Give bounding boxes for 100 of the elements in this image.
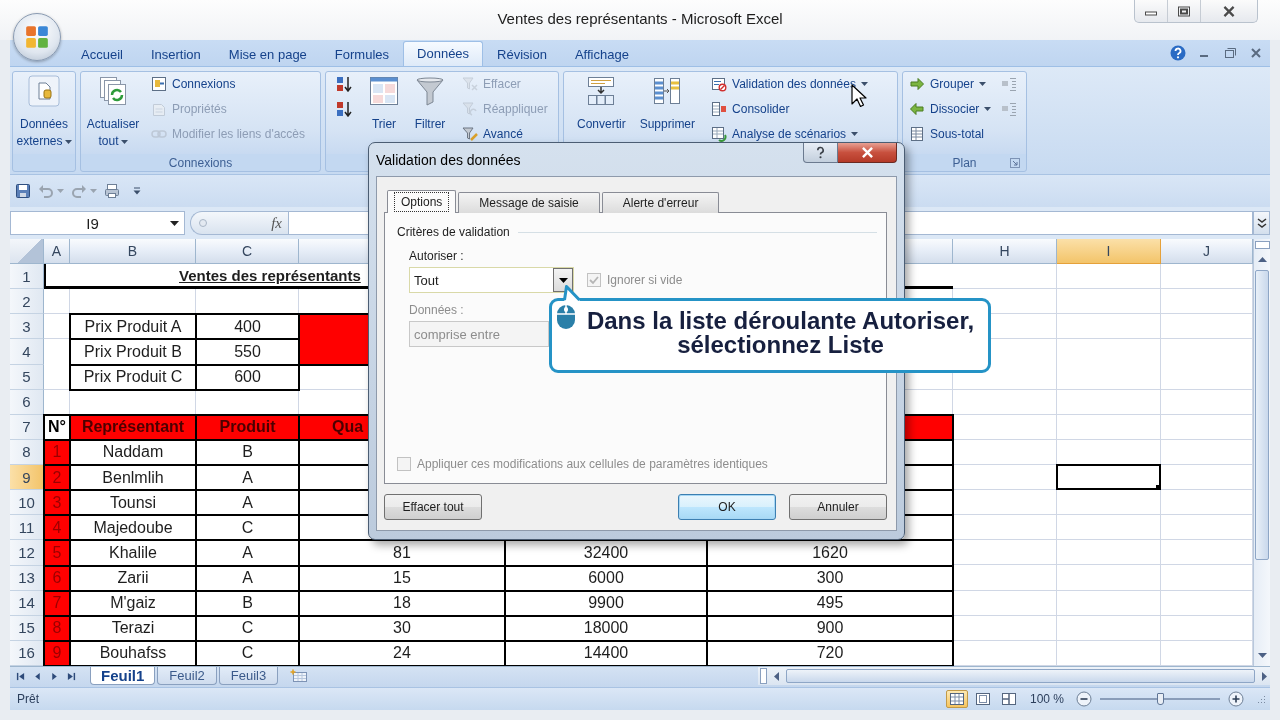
ribbon-tab[interactable]: Affichage xyxy=(560,42,643,66)
row-header[interactable]: 3 xyxy=(10,314,44,340)
ribbon-tab[interactable]: Formules xyxy=(320,42,404,66)
dropdown-button[interactable] xyxy=(553,268,573,292)
sheet-tab[interactable]: Feuil1 xyxy=(90,667,156,685)
zoom-out-icon[interactable] xyxy=(1076,691,1092,707)
name-box[interactable]: I9 xyxy=(10,211,185,235)
ribbon-button[interactable]: Dissocier xyxy=(906,101,995,117)
checkbox-label: Ignorer si vide xyxy=(607,273,683,287)
dialog-tab[interactable]: Options xyxy=(387,190,457,213)
close-icon xyxy=(860,147,874,158)
column-header[interactable]: J xyxy=(1161,239,1253,264)
arrow-left-icon[interactable] xyxy=(774,671,779,681)
ribbon-tab[interactable]: Données xyxy=(403,41,484,66)
restore-icon[interactable] xyxy=(1222,45,1238,61)
zoom-in-icon[interactable] xyxy=(1228,691,1244,707)
row-header[interactable]: 4 xyxy=(10,339,44,365)
arrow-up-icon[interactable] xyxy=(1257,257,1267,262)
table-cell: A xyxy=(196,465,299,491)
ribbon-tab[interactable]: Révision xyxy=(483,42,561,66)
customize-menu-icon[interactable] xyxy=(133,187,141,195)
skip-left-icon[interactable] xyxy=(16,672,25,681)
row-header[interactable]: 1 xyxy=(10,264,44,290)
triangle-left-icon[interactable] xyxy=(33,672,42,681)
ribbon-button[interactable]: Grouper xyxy=(906,76,995,92)
slider-thumb[interactable] xyxy=(1156,693,1164,705)
row-header[interactable]: 8 xyxy=(10,439,44,465)
arrow-right-icon[interactable] xyxy=(1262,671,1267,681)
ribbon-button[interactable]: Supprimer xyxy=(638,74,697,133)
triangle-right-icon[interactable] xyxy=(50,672,59,681)
ribbon-button[interactable]: Connexions xyxy=(148,76,308,92)
row-header[interactable]: 7 xyxy=(10,414,44,440)
row-header[interactable]: 11 xyxy=(10,515,44,541)
row-header[interactable]: 2 xyxy=(10,289,44,315)
row-header[interactable]: 12 xyxy=(10,540,44,566)
table-header-cell: Produit xyxy=(196,414,299,440)
close-button[interactable] xyxy=(838,143,897,163)
row-header[interactable]: 14 xyxy=(10,590,44,616)
row-header[interactable]: 13 xyxy=(10,565,44,591)
arrow-down-icon[interactable] xyxy=(1257,653,1267,658)
table-cell: 32400 xyxy=(505,540,707,566)
sheet-tab[interactable]: Feuil3 xyxy=(218,667,279,685)
grid-icon xyxy=(949,693,964,705)
help-button[interactable] xyxy=(803,143,838,163)
ribbon-button[interactable]: Avancé xyxy=(459,126,551,142)
ribbon-tab[interactable]: Mise en page xyxy=(214,42,321,66)
dialog-launcher-icon[interactable] xyxy=(1010,158,1020,168)
split-handle[interactable] xyxy=(760,668,767,684)
row-header[interactable]: 10 xyxy=(10,490,44,516)
selected-cell[interactable] xyxy=(1056,464,1161,491)
row-header[interactable]: 5 xyxy=(10,364,44,390)
row-header[interactable]: 16 xyxy=(10,640,44,666)
ribbon-button[interactable]: Sous-total xyxy=(906,126,995,142)
column-header[interactable]: A xyxy=(44,239,70,264)
row-header[interactable]: 15 xyxy=(10,615,44,641)
row-header[interactable]: 6 xyxy=(10,389,44,415)
dialog-title: Validation des données xyxy=(376,152,522,168)
printer-icon[interactable] xyxy=(104,183,120,199)
view-button[interactable] xyxy=(945,690,968,708)
expand-button[interactable] xyxy=(1253,211,1270,235)
insert-function-button[interactable]: fx xyxy=(271,214,282,232)
row-header[interactable]: 9 xyxy=(10,465,44,491)
scroll-thumb[interactable] xyxy=(1255,270,1269,560)
sheet-tab[interactable]: Feuil2 xyxy=(157,667,217,685)
horizontal-scrollbar[interactable] xyxy=(758,667,1270,685)
skip-right-icon[interactable] xyxy=(67,672,76,681)
ribbon-tab[interactable]: Insertion xyxy=(136,42,215,66)
dialog-button[interactable]: Annuler xyxy=(789,494,887,520)
allow-dropdown[interactable]: Tout xyxy=(409,267,574,293)
zoom-level[interactable]: 100 % xyxy=(1029,692,1064,706)
ribbon-button[interactable]: Actualiser tout xyxy=(82,74,144,150)
grip-icon[interactable] xyxy=(198,218,208,228)
column-header[interactable]: H xyxy=(953,239,1057,264)
sort-ascending-icon xyxy=(336,76,352,92)
dialog-tab[interactable]: Alerte d'erreur xyxy=(601,192,720,213)
ribbon-button[interactable]: Filtrer xyxy=(413,74,447,133)
ribbon-button[interactable]: Analyse de scénarios xyxy=(708,126,871,142)
dialog-button[interactable]: OK xyxy=(678,494,776,520)
ribbon-button[interactable]: Convertir xyxy=(576,74,627,133)
logo-icon xyxy=(24,24,50,50)
ribbon-button[interactable]: Trier xyxy=(367,74,401,133)
split-handle[interactable] xyxy=(1254,241,1270,249)
vertical-scrollbar[interactable] xyxy=(1253,239,1270,666)
table-cell: 4 xyxy=(44,515,70,541)
table-cell: 81 xyxy=(299,540,505,566)
table-cell: 15 xyxy=(299,565,505,591)
table-cell: C xyxy=(196,515,299,541)
table-header-cell: N° xyxy=(44,414,70,440)
new-sheet-icon[interactable] xyxy=(290,669,309,683)
column-header[interactable]: B xyxy=(70,239,196,264)
help-icon[interactable] xyxy=(1170,45,1186,61)
dialog-tab[interactable]: Message de saisie xyxy=(458,192,600,213)
ribbon-tab[interactable]: Accueil xyxy=(67,42,137,66)
clear-all-button[interactable]: Effacer tout xyxy=(384,494,482,520)
column-header[interactable]: C xyxy=(196,239,299,264)
scroll-thumb[interactable] xyxy=(786,669,1255,683)
table-cell: 9 xyxy=(44,640,70,666)
ribbon-button[interactable]: Données externes xyxy=(14,74,74,150)
resize-grip-icon[interactable] xyxy=(1256,694,1266,704)
column-header[interactable]: I xyxy=(1057,239,1161,264)
